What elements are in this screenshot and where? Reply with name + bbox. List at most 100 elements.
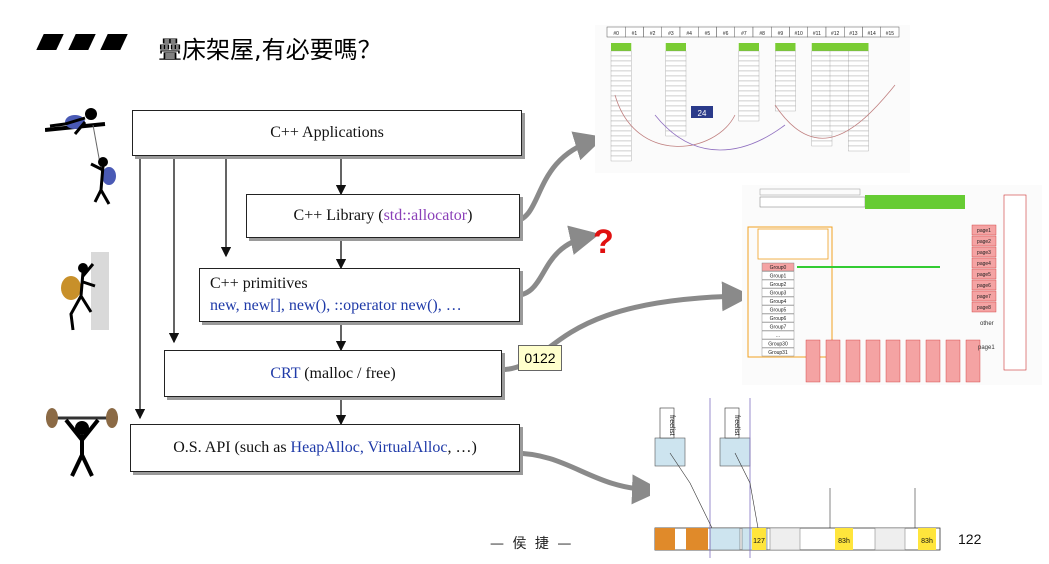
memory-block: [825, 339, 841, 383]
freelist-header-label: #4: [686, 31, 692, 37]
heap-blocks-thumbnail: freelist freelist 127 83h 83h: [650, 393, 945, 558]
freelist-header-label: #12: [831, 31, 840, 37]
memory-block: [925, 339, 941, 383]
freelist-chunk: [829, 95, 851, 102]
freelist-chunk: [829, 100, 851, 107]
freelist-chunk: [811, 90, 833, 97]
group-label: ...: [776, 333, 780, 339]
freelist-chunk: [738, 105, 760, 112]
page-label: page6: [977, 283, 991, 289]
other-label: other: [980, 321, 994, 327]
group-label: Group31: [768, 350, 788, 356]
page-label: page4: [977, 261, 991, 267]
freelist-chunk: [665, 95, 687, 102]
freelist-chunk: [829, 115, 851, 122]
freelist-chunk: [665, 120, 687, 127]
freelist-label-2: freelist: [733, 415, 740, 436]
freelist-head-block: [665, 43, 686, 51]
freelist-chunk: [829, 110, 851, 117]
freelist-chunk: [775, 65, 796, 72]
freelist-chunk: [665, 75, 687, 82]
freelist-chunk: [665, 80, 687, 87]
group-label: Group6: [770, 316, 787, 322]
freelist-chunk: [738, 70, 760, 77]
group-label: Group1: [770, 274, 787, 280]
freelist-header-label: #0: [613, 31, 619, 37]
freelist-label-1: freelist: [668, 415, 675, 436]
freelist-chunk: [610, 155, 632, 162]
freelist-chunk: [665, 110, 687, 117]
freelist-chunk: [610, 85, 632, 92]
freelist-chunk: [775, 70, 796, 77]
freelist-chunk: [610, 60, 632, 67]
freelist-chunk: [665, 125, 687, 132]
freelist-chunk: [775, 75, 796, 82]
freelist-chunk: [811, 125, 833, 132]
page-label: page1: [977, 228, 991, 234]
freelist-chunk: [811, 85, 833, 92]
freelist-chunk: [848, 105, 869, 112]
group-label: Group0: [770, 265, 787, 271]
freelist-header-label: #15: [886, 31, 895, 37]
cpp-library-box: C++ Library (std::allocator): [246, 194, 520, 238]
freelist-chunk: [610, 70, 632, 77]
freelist-chunk: [848, 145, 869, 152]
freelist-chunk: [610, 55, 632, 62]
freelist-head-block: [811, 43, 832, 51]
freelist-chunk: [610, 90, 632, 97]
freelist-chunk: [775, 100, 796, 107]
footer-author: — 侯 捷 —: [490, 536, 574, 552]
cell-value-2: 83h: [838, 538, 850, 545]
cpp-applications-label: C++ Applications: [270, 124, 384, 141]
freelist-chunk: [848, 70, 869, 77]
freelist-chunk: [738, 60, 760, 67]
freelist-header-label: #10: [794, 31, 803, 37]
page-label: page7: [977, 294, 991, 300]
malloc-groups-thumbnail: Group0 Group1 Group2 Group3 Group4 Group5 Grou…: [742, 185, 1042, 385]
freelist-chunk: [775, 60, 796, 67]
freelist-chunk: [610, 65, 632, 72]
freelist-chunk: [738, 90, 760, 97]
highlight-value: 24: [698, 109, 707, 118]
freelist-header-label: #1: [632, 31, 638, 37]
cpp-primitives-box: C++ primitives new, new[], new(), ::oper…: [199, 268, 520, 322]
freelist-chunk: [775, 55, 796, 62]
freelist-chunk: [738, 95, 760, 102]
freelist-header-label: #7: [741, 31, 747, 37]
freelist-chunk: [848, 95, 869, 102]
freelist-chunk: [848, 85, 869, 92]
freelist-head-block: [848, 43, 869, 51]
freelist-chunk: [848, 65, 869, 72]
freelist-chunk: [775, 95, 796, 102]
freelist-chunk: [610, 150, 632, 157]
freelist-head-block: [830, 43, 851, 51]
freelist-chunk: [610, 135, 632, 142]
comment-note[interactable]: 0122: [518, 345, 562, 371]
freelist-chunk: [738, 80, 760, 87]
allocator-freelist-thumbnail: #0 #1 #2 #3 #4 #5 #6 #7 #8 #9 #10 #11 #12 #13 #14 #15 2…: [595, 25, 910, 173]
os-api-box: O.S. API (such as HeapAlloc, VirtualAllo…: [130, 424, 520, 472]
freelist-head-block: [611, 43, 632, 51]
cpp-primitives-list: new, new[], new(), ::operator new(), …: [210, 297, 462, 314]
freelist-head-block: [738, 43, 759, 51]
freelist-chunk: [848, 50, 869, 57]
freelist-chunk: [665, 50, 687, 57]
freelist-header-label: #5: [705, 31, 711, 37]
freelist-chunk: [811, 120, 833, 127]
freelist-chunk: [610, 125, 632, 132]
freelist-chunk: [811, 105, 833, 112]
std-allocator-label: std::allocator: [383, 207, 468, 224]
freelist-chunk: [811, 80, 833, 87]
freelist-chunk: [738, 110, 760, 117]
page-number: 122: [958, 531, 982, 547]
freelist-chunk: [811, 55, 833, 62]
freelist-chunk: [665, 90, 687, 97]
page-label: page5: [977, 272, 991, 278]
freelist-header-label: #3: [668, 31, 674, 37]
page-label: page2: [977, 239, 991, 245]
freelist-chunk: [738, 55, 760, 62]
freelist-chunk: [610, 80, 632, 87]
cell-value-3: 83h: [921, 538, 933, 545]
freelist-chunk: [610, 100, 632, 107]
group-label: Group2: [770, 282, 787, 288]
